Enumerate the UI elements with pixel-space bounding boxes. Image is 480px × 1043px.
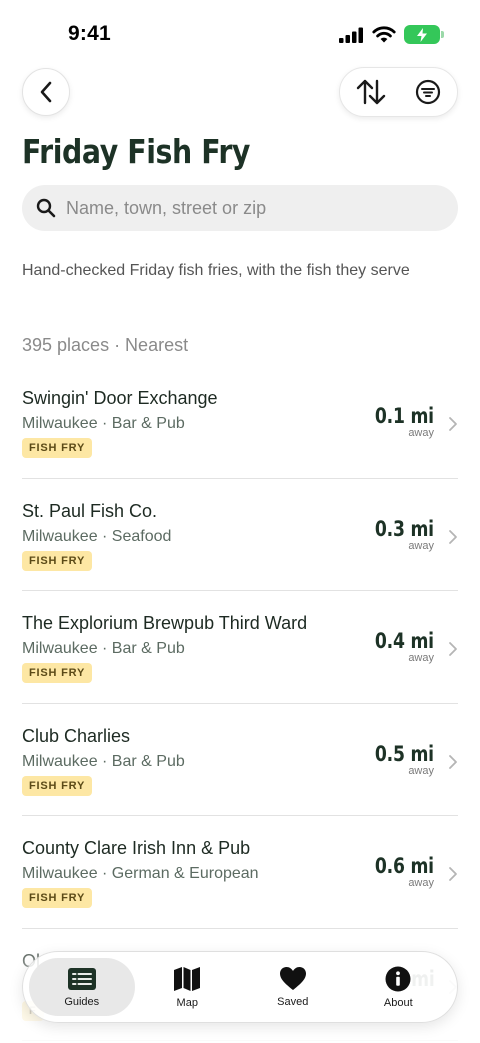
distance-away-label: away (408, 539, 434, 552)
sort-button[interactable] (354, 75, 388, 109)
status-time: 9:41 (68, 22, 111, 45)
tab-map[interactable]: Map (135, 958, 241, 1016)
place-distance: 0.1 mi away (362, 404, 434, 439)
cellular-signal-icon (339, 27, 363, 43)
distance-value: 0.5 mi (375, 741, 434, 766)
place-row[interactable]: Swingin' Door Exchange Milwaukee · Bar &… (22, 366, 458, 479)
map-icon (174, 966, 201, 991)
place-meta: Milwaukee · Bar & Pub (22, 640, 185, 657)
place-distance: 0.6 mi away (362, 854, 434, 889)
place-name: County Clare Irish Inn & Pub (22, 838, 251, 858)
fish-fry-badge: FISH FRY (22, 775, 93, 796)
distance-away-label: away (408, 877, 434, 889)
sort-arrows-icon (356, 79, 386, 105)
header-actions (339, 67, 458, 117)
place-name: The Explorium Brewpub Third Ward (22, 613, 308, 633)
place-row[interactable]: St. Paul Fish Co. Milwaukee · Seafood FI… (22, 479, 458, 591)
search-input[interactable] (66, 197, 446, 219)
tab-label: About (383, 996, 413, 1009)
chevron-left-icon (40, 81, 52, 103)
filter-icon (415, 79, 441, 105)
distance-away-label: away (408, 652, 434, 664)
place-row[interactable]: Club Charlies Milwaukee · Bar & Pub FISH… (22, 704, 458, 816)
fish-fry-badge: FISH FRY (22, 550, 93, 571)
tab-label: Map (176, 996, 198, 1009)
chevron-right-icon (449, 754, 457, 769)
battery-charging-icon (404, 25, 444, 44)
fish-fry-badge: FISH FRY (22, 888, 93, 908)
wifi-icon (372, 26, 396, 43)
filter-button[interactable] (411, 75, 445, 109)
chevron-right-icon (449, 417, 457, 431)
chevron-right-icon (449, 529, 457, 544)
back-button[interactable] (22, 68, 70, 116)
place-name: Swingin' Door Exchange (22, 388, 218, 408)
place-name: St. Paul Fish Co. (22, 500, 158, 521)
place-list: Swingin' Door Exchange Milwaukee · Bar &… (22, 366, 458, 1041)
place-meta: Milwaukee · Bar & Pub (22, 752, 185, 770)
status-bar: 9:41 (0, 0, 480, 60)
info-icon (385, 966, 411, 991)
distance-value: 0.1 mi (375, 404, 434, 428)
place-meta: Milwaukee · German & European (22, 865, 259, 882)
results-count: 395 places · Nearest (22, 335, 189, 355)
page-title: Friday Fish Fry (22, 132, 250, 171)
chevron-right-icon (449, 642, 457, 656)
distance-away-label: away (408, 764, 434, 777)
status-icons (339, 25, 444, 44)
place-meta: Milwaukee · Seafood (22, 527, 172, 545)
tab-saved[interactable]: Saved (240, 958, 346, 1016)
tab-bar: Guides Map Saved About (22, 951, 458, 1023)
search-icon (36, 198, 56, 218)
place-meta: Milwaukee · Bar & Pub (22, 415, 185, 432)
place-distance: 0.3 mi away (362, 517, 434, 552)
guides-list-icon (67, 967, 96, 990)
heart-icon (279, 967, 306, 990)
place-row[interactable]: County Clare Irish Inn & Pub Milwaukee ·… (22, 816, 458, 929)
tab-label: Saved (277, 996, 309, 1008)
distance-value: 0.6 mi (375, 854, 434, 878)
chevron-right-icon (449, 867, 457, 881)
tab-label: Guides (64, 995, 100, 1008)
tab-about[interactable]: About (346, 958, 452, 1016)
place-row[interactable]: The Explorium Brewpub Third Ward Milwauk… (22, 591, 458, 704)
fish-fry-badge: FISH FRY (22, 438, 93, 458)
page-subtitle: Hand-checked Friday fish fries, with the… (22, 262, 410, 279)
tab-guides[interactable]: Guides (29, 958, 135, 1016)
place-name: Club Charlies (22, 725, 131, 746)
distance-value: 0.3 mi (375, 516, 434, 541)
place-distance: 0.4 mi away (362, 629, 434, 664)
search-bar[interactable] (22, 185, 458, 231)
place-distance: 0.5 mi away (362, 742, 434, 777)
fish-fry-badge: FISH FRY (22, 663, 93, 683)
distance-away-label: away (408, 427, 434, 439)
distance-value: 0.4 mi (375, 629, 434, 653)
